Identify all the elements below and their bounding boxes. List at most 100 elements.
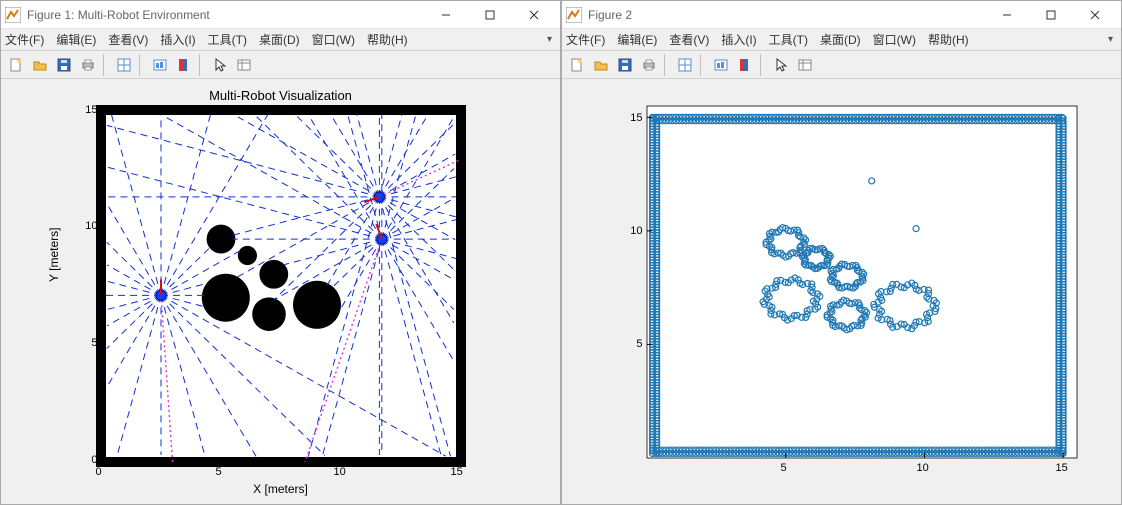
new-file-button[interactable] bbox=[5, 54, 27, 76]
close-button[interactable] bbox=[512, 1, 556, 29]
menu-file[interactable]: 文件(F) bbox=[5, 31, 44, 48]
xtick: 0 bbox=[96, 466, 102, 478]
menu-view[interactable]: 查看(V) bbox=[108, 31, 148, 48]
xtick: 15 bbox=[1056, 462, 1068, 474]
ytick: 10 bbox=[81, 220, 98, 232]
axes-fig1[interactable]: Multi-Robot Visualization 0 5 10 15 0 5 … bbox=[41, 92, 521, 492]
minimize-button[interactable] bbox=[985, 1, 1029, 29]
minimize-icon bbox=[1002, 10, 1012, 20]
link-icon bbox=[713, 57, 729, 73]
close-icon bbox=[529, 10, 539, 20]
matlab-figure-icon bbox=[566, 7, 582, 23]
data-cursor-icon bbox=[116, 57, 132, 73]
menu-desktop[interactable]: 桌面(D) bbox=[820, 31, 861, 48]
menubar: 文件(F) 编辑(E) 查看(V) 插入(I) 工具(T) 桌面(D) 窗口(W… bbox=[562, 29, 1121, 51]
pointer-icon bbox=[212, 57, 228, 73]
maximize-button[interactable] bbox=[468, 1, 512, 29]
pointer-button[interactable] bbox=[770, 54, 792, 76]
menu-edit[interactable]: 编辑(E) bbox=[56, 31, 96, 48]
titlebar[interactable]: Figure 1: Multi-Robot Environment bbox=[1, 1, 560, 29]
link-button[interactable] bbox=[149, 54, 171, 76]
ytick: 5 bbox=[86, 337, 98, 349]
pointer-button[interactable] bbox=[209, 54, 231, 76]
close-button[interactable] bbox=[1073, 1, 1117, 29]
minimize-button[interactable] bbox=[424, 1, 468, 29]
menu-tools[interactable]: 工具(T) bbox=[769, 31, 808, 48]
maximize-icon bbox=[485, 10, 495, 20]
menu-insert[interactable]: 插入(I) bbox=[721, 31, 756, 48]
xtick: 10 bbox=[917, 462, 929, 474]
menu-help[interactable]: 帮助(H) bbox=[928, 31, 969, 48]
menubar: 文件(F) 编辑(E) 查看(V) 插入(I) 工具(T) 桌面(D) 窗口(W… bbox=[1, 29, 560, 51]
toolbar-separator bbox=[664, 54, 670, 76]
save-icon bbox=[56, 57, 72, 73]
link-button[interactable] bbox=[710, 54, 732, 76]
menu-overflow-icon[interactable]: ▾ bbox=[1108, 34, 1113, 45]
maximize-button[interactable] bbox=[1029, 1, 1073, 29]
data-cursor-button[interactable] bbox=[674, 54, 696, 76]
ytick: 0 bbox=[86, 454, 98, 466]
open-button[interactable] bbox=[29, 54, 51, 76]
minimize-icon bbox=[441, 10, 451, 20]
open-icon bbox=[593, 57, 609, 73]
save-icon bbox=[617, 57, 633, 73]
link-icon bbox=[152, 57, 168, 73]
axes-fig2[interactable]: 5 10 15 5 10 15 bbox=[597, 92, 1087, 492]
inspect-icon bbox=[236, 57, 252, 73]
ytick: 5 bbox=[631, 338, 643, 350]
menu-help[interactable]: 帮助(H) bbox=[367, 31, 408, 48]
plot-area: 5 10 15 5 10 15 bbox=[562, 79, 1121, 504]
new-file-icon bbox=[8, 57, 24, 73]
menu-tools[interactable]: 工具(T) bbox=[208, 31, 247, 48]
print-button[interactable] bbox=[77, 54, 99, 76]
open-button[interactable] bbox=[590, 54, 612, 76]
chart-svg-1 bbox=[41, 92, 521, 492]
xtick: 15 bbox=[451, 466, 463, 478]
pointer-icon bbox=[773, 57, 789, 73]
toolbar-separator bbox=[139, 54, 145, 76]
xtick: 10 bbox=[334, 466, 346, 478]
ylabel: Y [meters] bbox=[47, 227, 61, 281]
titlebar[interactable]: Figure 2 bbox=[562, 1, 1121, 29]
colorbar-button[interactable] bbox=[173, 54, 195, 76]
menu-window[interactable]: 窗口(W) bbox=[312, 31, 355, 48]
toolbar-separator bbox=[199, 54, 205, 76]
inspect-icon bbox=[797, 57, 813, 73]
new-file-icon bbox=[569, 57, 585, 73]
xtick: 5 bbox=[781, 462, 787, 474]
menu-overflow-icon[interactable]: ▾ bbox=[547, 34, 552, 45]
print-button[interactable] bbox=[638, 54, 660, 76]
menu-edit[interactable]: 编辑(E) bbox=[617, 31, 657, 48]
menu-desktop[interactable]: 桌面(D) bbox=[259, 31, 300, 48]
data-cursor-button[interactable] bbox=[113, 54, 135, 76]
print-icon bbox=[80, 57, 96, 73]
colorbar-icon bbox=[176, 57, 192, 73]
colorbar-button[interactable] bbox=[734, 54, 756, 76]
plot-area: Multi-Robot Visualization 0 5 10 15 0 5 … bbox=[1, 79, 560, 504]
toolbar bbox=[1, 51, 560, 79]
menu-view[interactable]: 查看(V) bbox=[669, 31, 709, 48]
chart-svg-2 bbox=[597, 92, 1087, 492]
toolbar bbox=[562, 51, 1121, 79]
window-title: Figure 1: Multi-Robot Environment bbox=[27, 8, 424, 22]
ytick: 15 bbox=[626, 112, 643, 124]
figure2-window: Figure 2 文件(F) 编辑(E) 查看(V) 插入(I) 工具(T) 桌… bbox=[561, 0, 1122, 505]
menu-insert[interactable]: 插入(I) bbox=[160, 31, 195, 48]
xlabel: X [meters] bbox=[41, 482, 521, 496]
print-icon bbox=[641, 57, 657, 73]
menu-file[interactable]: 文件(F) bbox=[566, 31, 605, 48]
new-file-button[interactable] bbox=[566, 54, 588, 76]
toolbar-separator bbox=[700, 54, 706, 76]
ytick: 10 bbox=[626, 225, 643, 237]
toolbar-separator bbox=[760, 54, 766, 76]
save-button[interactable] bbox=[53, 54, 75, 76]
inspect-button[interactable] bbox=[794, 54, 816, 76]
colorbar-icon bbox=[737, 57, 753, 73]
inspect-button[interactable] bbox=[233, 54, 255, 76]
matlab-figure-icon bbox=[5, 7, 21, 23]
close-icon bbox=[1090, 10, 1100, 20]
figure1-window: Figure 1: Multi-Robot Environment 文件(F) … bbox=[0, 0, 561, 505]
toolbar-separator bbox=[103, 54, 109, 76]
save-button[interactable] bbox=[614, 54, 636, 76]
menu-window[interactable]: 窗口(W) bbox=[873, 31, 916, 48]
